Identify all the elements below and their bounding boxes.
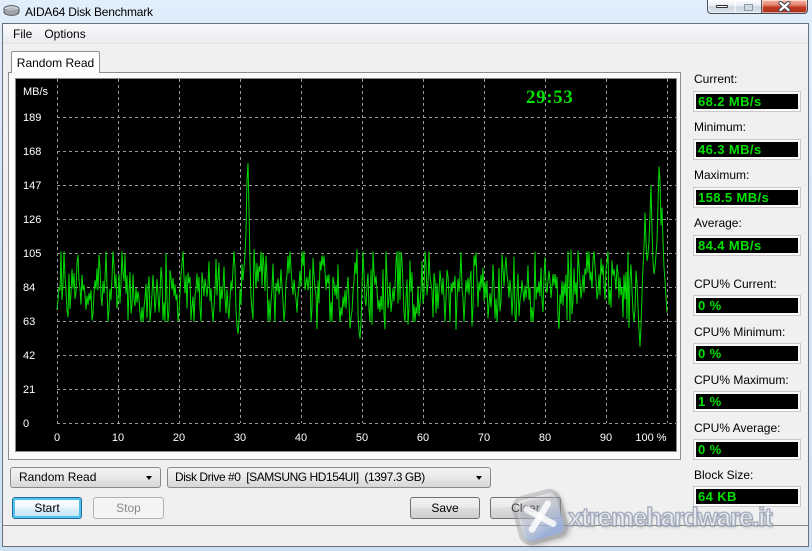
svg-text:126: 126 xyxy=(23,214,41,226)
svg-text:60: 60 xyxy=(417,432,429,444)
svg-text:84: 84 xyxy=(23,282,35,294)
svg-text:29:53: 29:53 xyxy=(526,87,573,108)
svg-text:MB/s: MB/s xyxy=(23,86,49,98)
svg-text:105: 105 xyxy=(23,248,41,260)
svg-text:20: 20 xyxy=(173,432,185,444)
svg-text:0: 0 xyxy=(23,418,29,430)
svg-text:168: 168 xyxy=(23,146,41,158)
svg-text:189: 189 xyxy=(23,112,41,124)
svg-text:50: 50 xyxy=(356,432,368,444)
svg-text:100 %: 100 % xyxy=(635,432,666,444)
svg-text:40: 40 xyxy=(295,432,307,444)
svg-text:42: 42 xyxy=(23,350,35,362)
svg-text:90: 90 xyxy=(600,432,612,444)
svg-text:0: 0 xyxy=(54,432,60,444)
svg-text:147: 147 xyxy=(23,180,41,192)
svg-text:21: 21 xyxy=(23,384,35,396)
svg-text:70: 70 xyxy=(478,432,490,444)
svg-text:80: 80 xyxy=(539,432,551,444)
svg-text:10: 10 xyxy=(112,432,124,444)
svg-text:30: 30 xyxy=(234,432,246,444)
svg-text:63: 63 xyxy=(23,316,35,328)
